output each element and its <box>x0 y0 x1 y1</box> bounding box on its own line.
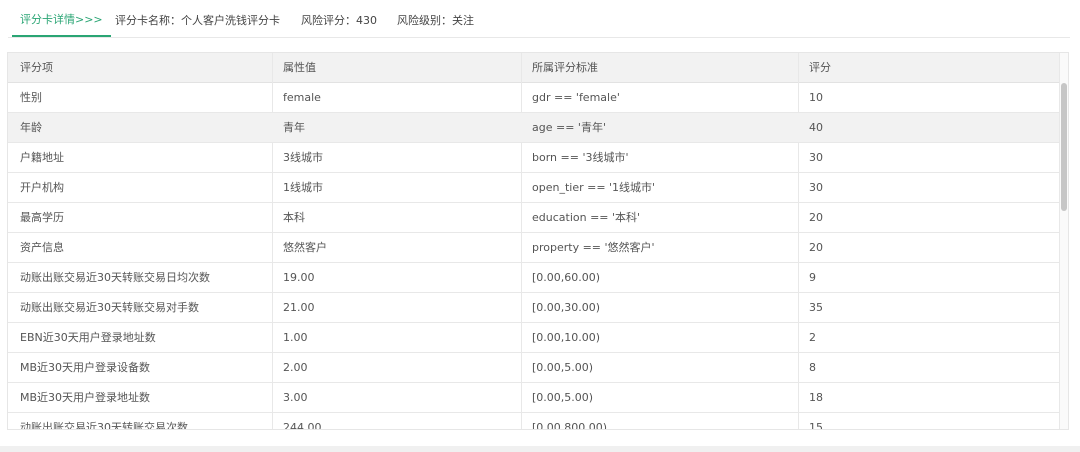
cell-value: 本科 <box>283 211 305 224</box>
cell-score: 20 <box>809 241 823 254</box>
cell-value: 21.00 <box>283 301 315 314</box>
cell-standard: born == '3线城市' <box>532 151 629 164</box>
cell-item: 性别 <box>20 91 42 104</box>
column-header-item: 评分项 <box>20 61 53 74</box>
vertical-scrollbar[interactable] <box>1059 53 1068 429</box>
detail-header: 评分卡详情>>> 评分卡名称：个人客户洗钱评分卡 风险评分：430 风险级别：关… <box>8 0 1070 38</box>
table-row[interactable]: EBN近30天用户登录地址数 1.00 [0.00,10.00) 2 <box>8 323 1060 353</box>
cell-value: 2.00 <box>283 361 308 374</box>
cell-value: 244.00 <box>283 421 322 429</box>
table-row[interactable]: MB近30天用户登录地址数 3.00 [0.00,5.00) 18 <box>8 383 1060 413</box>
cell-value: 3.00 <box>283 391 308 404</box>
table-header: 评分项 属性值 所属评分标准 评分 <box>8 53 1060 83</box>
cell-value: 青年 <box>283 121 305 134</box>
cell-value: 1.00 <box>283 331 308 344</box>
table-row[interactable]: 户籍地址 3线城市 born == '3线城市' 30 <box>8 143 1060 173</box>
cell-value: female <box>283 91 321 104</box>
cell-item: EBN近30天用户登录地址数 <box>20 331 156 344</box>
column-header-value: 属性值 <box>283 61 316 74</box>
cell-score: 10 <box>809 91 823 104</box>
table-row[interactable]: 动账出账交易近30天转账交易对手数 21.00 [0.00,30.00) 35 <box>8 293 1060 323</box>
table-row[interactable]: 性别 female gdr == 'female' 10 <box>8 83 1060 113</box>
scrollbar-thumb[interactable] <box>1061 83 1067 211</box>
tab-scorecard-detail[interactable]: 评分卡详情>>> <box>12 0 111 37</box>
cell-item: MB近30天用户登录地址数 <box>20 391 151 404</box>
cell-standard: age == '青年' <box>532 121 606 134</box>
cell-standard: [0.00,5.00) <box>532 391 594 404</box>
cell-standard: [0.00,60.00) <box>532 271 601 284</box>
cell-standard: [0.00,10.00) <box>532 331 601 344</box>
cell-item: 动账出账交易近30天转账交易次数 <box>20 421 188 429</box>
cell-standard: [0.00,30.00) <box>532 301 601 314</box>
cell-item: 最高学历 <box>20 211 64 224</box>
cell-standard: [0.00,5.00) <box>532 361 594 374</box>
table-row[interactable]: 年龄 青年 age == '青年' 40 <box>8 113 1060 143</box>
table-body: 性别 female gdr == 'female' 10 年龄 青年 age == '青年'… <box>8 83 1060 429</box>
cell-item: 动账出账交易近30天转账交易对手数 <box>20 301 199 314</box>
cell-value: 19.00 <box>283 271 315 284</box>
table-row[interactable]: 动账出账交易近30天转账交易日均次数 19.00 [0.00,60.00) 9 <box>8 263 1060 293</box>
cell-standard: education == '本科' <box>532 211 641 224</box>
cell-score: 20 <box>809 211 823 224</box>
cell-standard: gdr == 'female' <box>532 91 620 104</box>
table-row[interactable]: 动账出账交易近30天转账交易次数 244.00 [0.00,800.00) 15 <box>8 413 1060 429</box>
cell-item: 年龄 <box>20 121 42 134</box>
cell-score: 30 <box>809 181 823 194</box>
cell-standard: open_tier == '1线城市' <box>532 181 656 194</box>
column-header-score: 评分 <box>809 61 831 74</box>
cell-score: 18 <box>809 391 823 404</box>
table-row[interactable]: 资产信息 悠然客户 property == '悠然客户' 20 <box>8 233 1060 263</box>
cell-value: 悠然客户 <box>283 241 327 254</box>
cell-standard: [0.00,800.00) <box>532 421 608 429</box>
horizontal-scroll-track <box>0 446 1080 452</box>
table-row[interactable]: MB近30天用户登录设备数 2.00 [0.00,5.00) 8 <box>8 353 1060 383</box>
cell-score: 15 <box>809 421 823 429</box>
scorecard-name: 评分卡名称：个人客户洗钱评分卡 <box>115 14 280 27</box>
cell-standard: property == '悠然客户' <box>532 241 655 254</box>
risk-score: 风险评分：430 <box>301 14 377 27</box>
table-row[interactable]: 最高学历 本科 education == '本科' 20 <box>8 203 1060 233</box>
cell-score: 2 <box>809 331 816 344</box>
cell-score: 40 <box>809 121 823 134</box>
cell-value: 1线城市 <box>283 181 323 194</box>
table-row[interactable]: 开户机构 1线城市 open_tier == '1线城市' 30 <box>8 173 1060 203</box>
cell-item: 动账出账交易近30天转账交易日均次数 <box>20 271 210 284</box>
cell-item: 开户机构 <box>20 181 64 194</box>
score-table: 评分项 属性值 所属评分标准 评分 性别 female gdr == 'female… <box>7 52 1069 430</box>
cell-score: 35 <box>809 301 823 314</box>
cell-item: 户籍地址 <box>20 151 64 164</box>
cell-item: MB近30天用户登录设备数 <box>20 361 151 374</box>
cell-score: 8 <box>809 361 816 374</box>
column-header-standard: 所属评分标准 <box>532 61 598 74</box>
cell-score: 9 <box>809 271 816 284</box>
cell-item: 资产信息 <box>20 241 64 254</box>
risk-level: 风险级别：关注 <box>397 14 474 27</box>
cell-value: 3线城市 <box>283 151 323 164</box>
cell-score: 30 <box>809 151 823 164</box>
